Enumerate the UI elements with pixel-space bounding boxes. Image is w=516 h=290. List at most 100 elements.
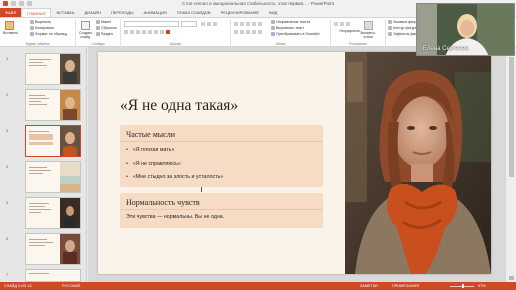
slide-title[interactable]: «Я не одна такая» bbox=[120, 97, 238, 115]
align-center-icon[interactable] bbox=[240, 30, 244, 34]
bold-icon[interactable] bbox=[124, 30, 128, 34]
slide-thumbnail[interactable] bbox=[25, 233, 81, 265]
thumbnail-text-lines bbox=[29, 239, 55, 248]
feelings-card-text: Эти чувства — нормальны. Вы не одна. bbox=[126, 214, 225, 220]
shrink-font-icon[interactable] bbox=[207, 22, 211, 26]
align-buttons bbox=[234, 30, 262, 34]
align-right-icon[interactable] bbox=[246, 30, 250, 34]
list-item: «Я не справляюсь» bbox=[126, 161, 223, 167]
thumbnail-number: 3 bbox=[6, 128, 9, 133]
zoom-level[interactable]: 97% bbox=[478, 284, 486, 288]
scroll-down-arrow-icon[interactable] bbox=[509, 276, 514, 280]
thumbnail-number: 6 bbox=[6, 236, 9, 241]
comments-button[interactable]: ПРИМЕЧАНИЯ bbox=[392, 284, 419, 288]
text-direction-icon bbox=[271, 20, 275, 24]
shapes-gallery[interactable] bbox=[334, 22, 350, 26]
reset-button[interactable]: Сбросить bbox=[96, 26, 117, 30]
slide-thumbnail[interactable] bbox=[25, 269, 81, 282]
mouse-cursor bbox=[201, 187, 204, 192]
quick-styles-button[interactable]: Экспресс-стили bbox=[359, 21, 377, 39]
text-direction-label: Направление текста bbox=[276, 20, 311, 24]
oval-shape-icon[interactable] bbox=[340, 22, 344, 26]
tab-home[interactable]: ГЛАВНАЯ bbox=[21, 8, 52, 17]
slide-thumbnail[interactable] bbox=[25, 53, 81, 85]
justify-icon[interactable] bbox=[252, 30, 256, 34]
zoom-slider[interactable] bbox=[450, 284, 474, 288]
line-spacing-icon[interactable] bbox=[258, 22, 262, 26]
shadow-icon[interactable] bbox=[148, 30, 152, 34]
cut-label: Вырезать bbox=[35, 20, 51, 24]
slide-thumbnail-selected[interactable] bbox=[25, 125, 81, 157]
new-slide-icon bbox=[80, 21, 90, 30]
new-slide-button[interactable]: Создать слайд bbox=[79, 21, 92, 39]
woman-portrait-photo[interactable] bbox=[345, 52, 491, 274]
align-left-icon[interactable] bbox=[234, 30, 238, 34]
copy-button[interactable]: Копировать bbox=[30, 26, 54, 30]
bullets-icon[interactable] bbox=[234, 22, 238, 26]
slide-thumbnail[interactable] bbox=[25, 197, 81, 229]
slides-group-label: Слайды bbox=[91, 42, 105, 46]
tab-file[interactable]: ФАЙЛ bbox=[0, 8, 22, 17]
rectangle-shape-icon[interactable] bbox=[334, 22, 338, 26]
drawing-group: Упорядочить Экспресс-стили Рисование bbox=[331, 19, 386, 47]
tab-design[interactable]: ДИЗАЙН bbox=[79, 8, 105, 17]
slide-thumbnail[interactable] bbox=[25, 89, 81, 121]
case-icon[interactable] bbox=[160, 30, 164, 34]
font-group-label: Шрифт bbox=[169, 42, 182, 46]
smartart-button[interactable]: Преобразовать в SmartArt bbox=[271, 32, 320, 36]
spacing-icon[interactable] bbox=[154, 30, 158, 34]
layout-button[interactable]: Макет bbox=[96, 20, 111, 24]
card-divider bbox=[120, 209, 323, 210]
drawing-group-label: Рисование bbox=[349, 42, 367, 46]
tab-view[interactable]: ВИД bbox=[264, 8, 282, 17]
columns-icon[interactable] bbox=[258, 30, 262, 34]
strikethrough-icon[interactable] bbox=[142, 30, 146, 34]
thumbnail-text-lines bbox=[29, 95, 55, 107]
scissors-icon bbox=[30, 20, 34, 24]
card-divider bbox=[120, 141, 323, 142]
shape-outline-label: Контур фигуры bbox=[393, 26, 419, 30]
smartart-icon bbox=[271, 32, 275, 36]
tab-review[interactable]: РЕЦЕНЗИРОВАНИЕ bbox=[216, 8, 264, 17]
clear-formatting-icon[interactable] bbox=[213, 22, 217, 26]
slide-thumbnail[interactable] bbox=[25, 161, 81, 193]
font-format-buttons bbox=[124, 30, 170, 34]
tab-slideshow[interactable]: ПОКАЗ СЛАЙДОВ bbox=[172, 8, 216, 17]
slide-thumbnails-panel[interactable]: 1 2 3 4 5 6 7 bbox=[0, 47, 87, 282]
decrease-indent-icon[interactable] bbox=[246, 22, 250, 26]
paste-button[interactable]: Вставить bbox=[3, 21, 18, 35]
tab-insert[interactable]: ВСТАВКА bbox=[51, 8, 79, 17]
cut-button[interactable]: Вырезать bbox=[30, 20, 51, 24]
format-painter-button[interactable]: Формат по образцу bbox=[30, 32, 67, 36]
font-color-icon[interactable] bbox=[166, 30, 170, 34]
presenter-name: Елена Сергеева bbox=[423, 46, 469, 52]
current-slide[interactable]: «Я не одна такая» Частые мысли «Я плохая… bbox=[98, 52, 491, 274]
align-text-button[interactable]: Выровнять текст bbox=[271, 26, 304, 30]
thumbnail-number: 2 bbox=[6, 92, 9, 97]
grow-font-icon[interactable] bbox=[201, 22, 205, 26]
font-size-select[interactable] bbox=[181, 21, 197, 27]
thoughts-card[interactable]: Частые мысли «Я плохая мать» «Я не справ… bbox=[120, 125, 323, 187]
font-name-select[interactable] bbox=[124, 21, 179, 27]
tab-animations[interactable]: АНИМАЦИЯ bbox=[139, 8, 172, 17]
shape-outline-button[interactable]: Контур фигуры bbox=[388, 26, 418, 30]
notes-button[interactable]: ЗАМЕТКИ bbox=[360, 284, 378, 288]
feelings-card[interactable]: Нормальность чувств Эти чувства — нормал… bbox=[120, 193, 323, 228]
text-direction-button[interactable]: Направление текста bbox=[271, 20, 310, 24]
scrollbar-thumb[interactable] bbox=[509, 57, 514, 177]
underline-icon[interactable] bbox=[136, 30, 140, 34]
language-indicator[interactable]: РУССКИЙ bbox=[62, 284, 80, 288]
arrange-button[interactable]: Упорядочить bbox=[339, 29, 360, 33]
paste-label: Вставить bbox=[3, 31, 18, 35]
numbering-icon[interactable] bbox=[240, 22, 244, 26]
paragraph-group-label: Абзац bbox=[275, 42, 286, 46]
italic-icon[interactable] bbox=[130, 30, 134, 34]
status-bar: СЛАЙД 3 ИЗ 13 РУССКИЙ ЗАМЕТКИ ПРИМЕЧАНИЯ… bbox=[0, 282, 516, 290]
vertical-scrollbar[interactable] bbox=[505, 47, 516, 282]
thoughts-card-heading: Частые мысли bbox=[126, 130, 175, 139]
increase-indent-icon[interactable] bbox=[252, 22, 256, 26]
line-shape-icon[interactable] bbox=[346, 22, 350, 26]
section-label: Раздел bbox=[101, 32, 113, 36]
section-button[interactable]: Раздел bbox=[96, 32, 113, 36]
tab-transitions[interactable]: ПЕРЕХОДЫ bbox=[106, 8, 139, 17]
